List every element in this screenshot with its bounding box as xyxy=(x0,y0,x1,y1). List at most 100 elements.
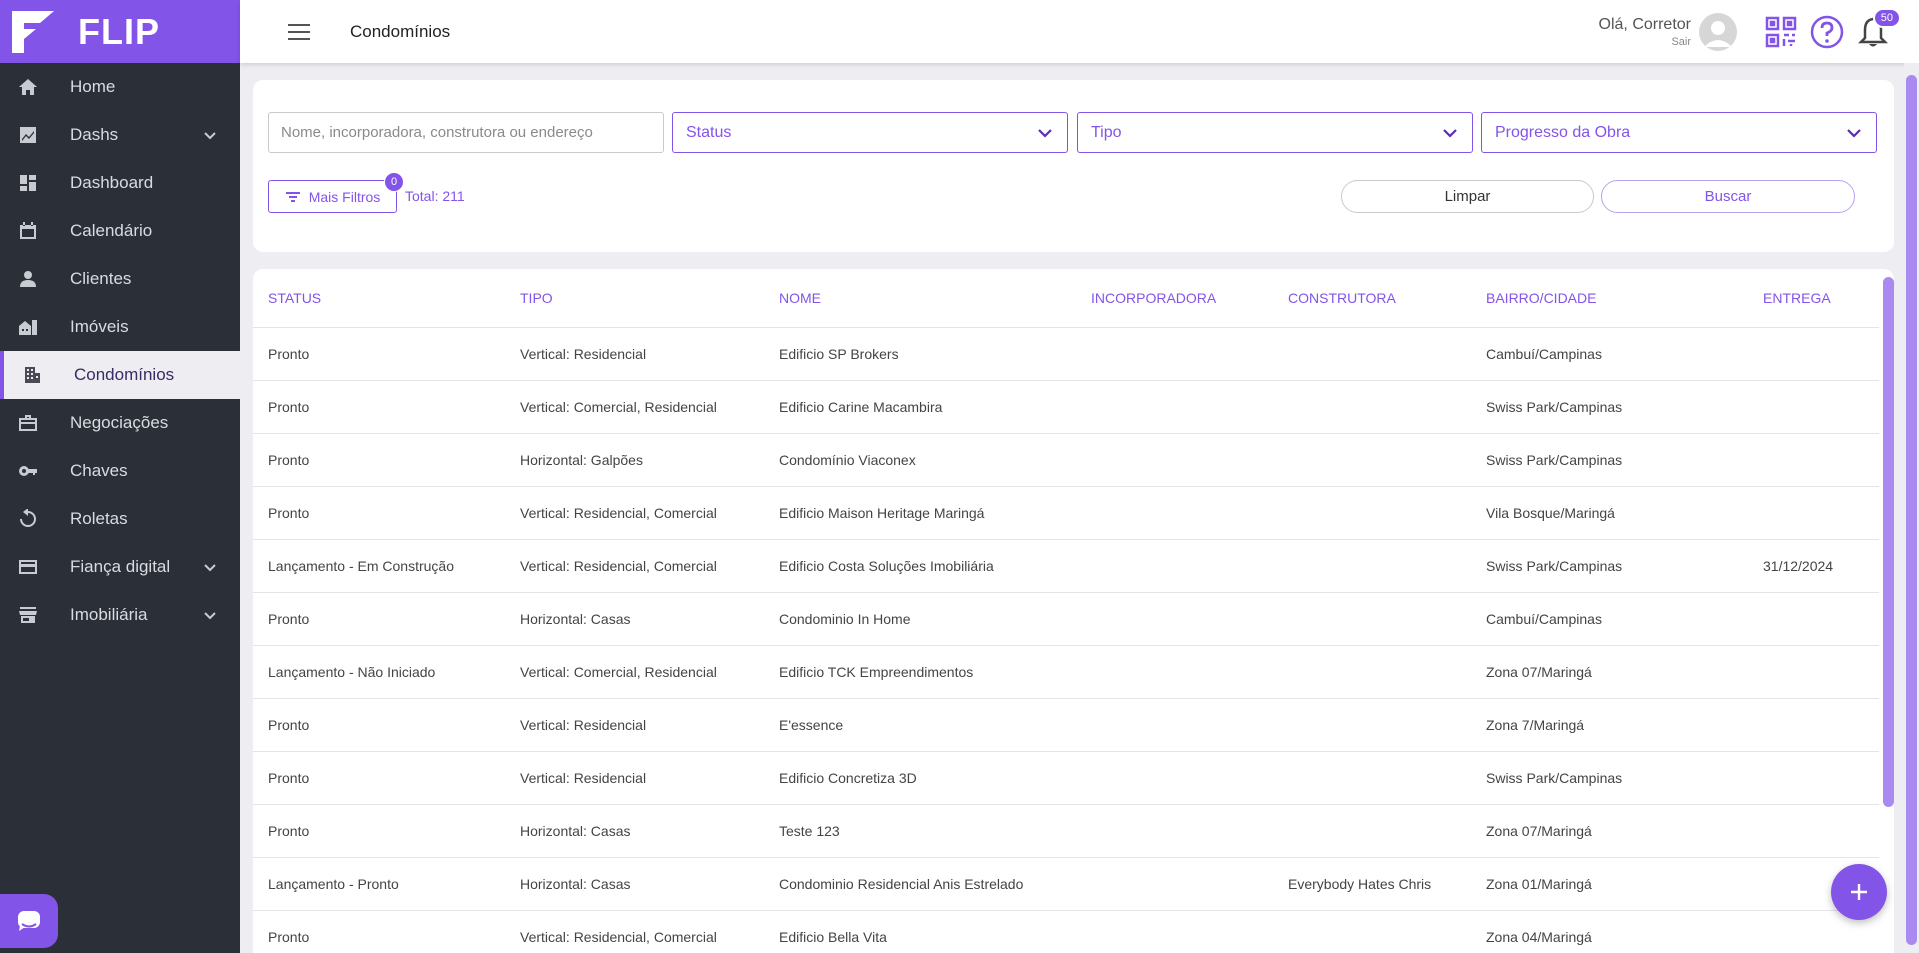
sidebar-item-label: Home xyxy=(70,77,116,96)
table-row[interactable]: Pronto Vertical: Comercial, Residencial Ed… xyxy=(253,380,1879,434)
table-cell: Edificio Maison Heritage Maringá xyxy=(764,486,1076,540)
column-header[interactable]: ENTREGA xyxy=(1748,269,1879,328)
table-cell xyxy=(1076,380,1273,434)
column-header[interactable]: STATUS xyxy=(253,269,505,328)
sidebar-item-home[interactable]: Home xyxy=(0,63,240,111)
chat-button[interactable] xyxy=(0,894,58,948)
table-cell: Cambuí/Campinas xyxy=(1471,592,1748,646)
sidebar-item-label: Dashboard xyxy=(70,173,154,192)
qr-code-icon[interactable] xyxy=(1763,14,1799,50)
table-cell: Everybody Hates Chris xyxy=(1273,857,1471,911)
table-cell: Lançamento - Não Iniciado xyxy=(253,645,505,699)
table-cell: Pronto xyxy=(253,433,505,487)
table-cell xyxy=(1076,698,1273,752)
sidebar-item-label: Fiança digital xyxy=(70,557,171,576)
table-scrollbar[interactable] xyxy=(1883,277,1894,807)
page-scrollbar-thumb[interactable] xyxy=(1906,75,1917,945)
bell-icon[interactable]: 50 xyxy=(1855,7,1901,50)
search-input[interactable]: Nome, incorporadora, construtora ou ende… xyxy=(268,112,664,153)
chevron-down-icon[interactable] xyxy=(202,559,218,575)
table-cell: Zona 04/Maringá xyxy=(1471,910,1748,953)
tipo-select-label: Tipo xyxy=(1091,123,1122,141)
column-header[interactable]: BAIRRO/CIDADE xyxy=(1471,269,1748,328)
person-icon xyxy=(18,269,38,289)
table-cell: Swiss Park/Campinas xyxy=(1471,751,1748,805)
table-cell xyxy=(1076,804,1273,858)
sidebar-item-imoveis[interactable]: Imóveis xyxy=(0,303,240,351)
chevron-down-icon[interactable] xyxy=(202,607,218,623)
total-count: Total: 211 xyxy=(405,188,465,204)
column-header[interactable]: CONSTRUTORA xyxy=(1273,269,1471,328)
status-select[interactable]: Status xyxy=(672,112,1068,153)
table-cell xyxy=(1748,804,1879,858)
roulette-icon xyxy=(18,509,38,529)
sidebar-item-dashs[interactable]: Dashs xyxy=(0,111,240,159)
logout-link[interactable]: Sair xyxy=(1599,36,1691,48)
table-row[interactable]: Pronto Vertical: Residencial, Comercial Ed… xyxy=(253,910,1879,953)
table-cell: Condominio In Home xyxy=(764,592,1076,646)
table-cell xyxy=(1076,327,1273,381)
avatar[interactable] xyxy=(1699,12,1737,51)
table-row[interactable]: Lançamento - Em Construção Vertical: Resi… xyxy=(253,539,1879,593)
table-cell: Horizontal: Casas xyxy=(505,592,764,646)
column-header[interactable]: TIPO xyxy=(505,269,764,328)
filters-count-badge: 0 xyxy=(384,172,404,192)
table-row[interactable]: Pronto Vertical: Residencial Edificio Conc… xyxy=(253,751,1879,805)
table-row[interactable]: Pronto Horizontal: Galpões Condomínio Viac… xyxy=(253,433,1879,487)
table-cell xyxy=(1076,645,1273,699)
progresso-select[interactable]: Progresso da Obra xyxy=(1481,112,1877,153)
chevron-down-icon xyxy=(1038,128,1052,138)
table-row[interactable]: Lançamento - Não Iniciado Vertical: Comer… xyxy=(253,645,1879,699)
table-row[interactable]: Pronto Vertical: Residencial, Comercial Ed… xyxy=(253,486,1879,540)
page-scrollbar[interactable] xyxy=(1904,63,1919,953)
table-cell: Vertical: Residencial xyxy=(505,751,764,805)
sidebar-item-fianca-digital[interactable]: Fiança digital xyxy=(0,543,240,591)
table-cell xyxy=(1748,486,1879,540)
home-icon xyxy=(18,77,38,97)
table-cell: Vila Bosque/Maringá xyxy=(1471,486,1748,540)
table-row[interactable]: Pronto Horizontal: Casas Teste 123 Zona 07/… xyxy=(253,804,1879,858)
table-row[interactable]: Pronto Vertical: Residencial Edificio SP B… xyxy=(253,327,1879,381)
table-row[interactable]: Pronto Horizontal: Casas Condominio In Hom… xyxy=(253,592,1879,646)
sidebar-item-negociacoes[interactable]: Negociações xyxy=(0,399,240,447)
sidebar-item-roletas[interactable]: Roletas xyxy=(0,495,240,543)
sidebar-item-clientes[interactable]: Clientes xyxy=(0,255,240,303)
table-row[interactable]: Lançamento - Pronto Horizontal: Casas Cond… xyxy=(253,857,1879,911)
clear-button[interactable]: Limpar xyxy=(1341,180,1594,213)
table-cell: Vertical: Residencial, Comercial xyxy=(505,486,764,540)
table-cell: Vertical: Residencial xyxy=(505,327,764,381)
table-cell: Edificio SP Brokers xyxy=(764,327,1076,381)
table-cell xyxy=(1748,433,1879,487)
more-filters-label: Mais Filtros xyxy=(308,188,381,205)
sidebar-item-imobiliaria[interactable]: Imobiliária xyxy=(0,591,240,639)
menu-icon[interactable] xyxy=(288,23,310,40)
table-cell: Vertical: Comercial, Residencial xyxy=(505,380,764,434)
sidebar-item-chaves[interactable]: Chaves xyxy=(0,447,240,495)
table-cell: Pronto xyxy=(253,910,505,953)
table-cell: Zona 7/Maringá xyxy=(1471,698,1748,752)
sidebar-item-condominios[interactable]: Condomínios xyxy=(0,351,240,399)
table-row[interactable]: Pronto Vertical: Residencial E'essence Zona… xyxy=(253,698,1879,752)
table-cell xyxy=(1076,751,1273,805)
table-cell xyxy=(1748,380,1879,434)
search-button[interactable]: Buscar xyxy=(1601,180,1855,213)
table-cell: Zona 07/Maringá xyxy=(1471,804,1748,858)
table-cell: Swiss Park/Campinas xyxy=(1471,380,1748,434)
table-cell: Edificio Concretiza 3D xyxy=(764,751,1076,805)
dashboard-icon xyxy=(18,173,38,193)
column-header[interactable]: INCORPORADORA xyxy=(1076,269,1273,328)
sidebar-item-dashboard[interactable]: Dashboard xyxy=(0,159,240,207)
chevron-down-icon[interactable] xyxy=(202,127,218,143)
sidebar-item-label: Imóveis xyxy=(70,317,129,336)
add-condominio-button[interactable] xyxy=(1831,864,1887,920)
table-cell xyxy=(1273,486,1471,540)
help-icon[interactable] xyxy=(1809,14,1845,50)
brand-logo[interactable]: FLIP xyxy=(0,0,240,63)
table-cell xyxy=(1076,857,1273,911)
column-header[interactable]: NOME xyxy=(764,269,1076,328)
tipo-select[interactable]: Tipo xyxy=(1077,112,1473,153)
more-filters-button[interactable]: Mais Filtros xyxy=(268,180,397,213)
table-cell: Horizontal: Casas xyxy=(505,804,764,858)
sidebar-item-calendario[interactable]: Calendário xyxy=(0,207,240,255)
table-cell: Swiss Park/Campinas xyxy=(1471,539,1748,593)
